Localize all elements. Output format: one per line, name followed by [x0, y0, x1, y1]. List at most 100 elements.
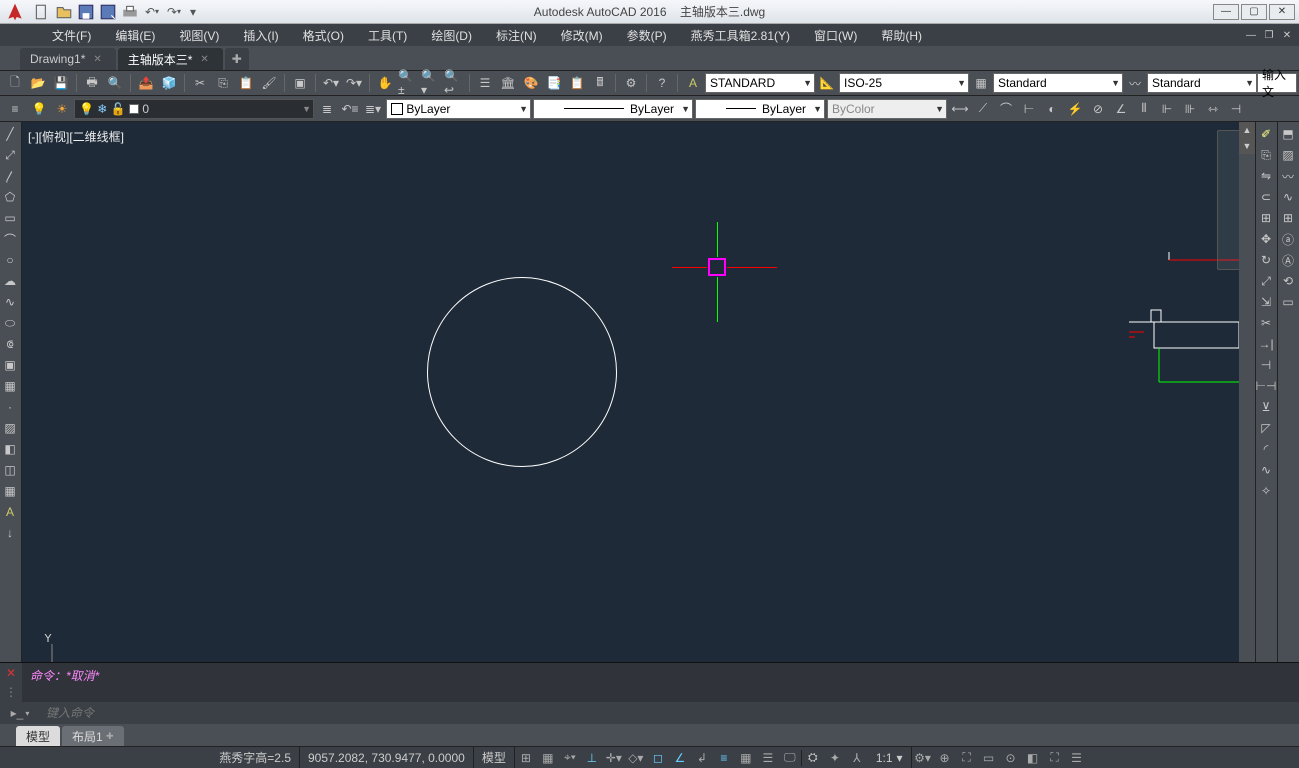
ellipse-arc-icon[interactable]: ⟃ [0, 334, 20, 354]
point-icon[interactable]: · [0, 397, 20, 417]
dim-radius-icon[interactable]: ◐ [1041, 98, 1063, 120]
sc-icon[interactable]: 🖵 [779, 748, 801, 768]
table-style-combo[interactable]: Standard▼ [993, 73, 1123, 93]
input-hint-box[interactable]: 输入文 [1257, 73, 1297, 93]
annoauto-icon[interactable]: ⅄ [846, 748, 868, 768]
zoom-prev-icon[interactable]: 🔍↩ [443, 72, 465, 94]
battman-icon[interactable]: Ⓐ [1278, 250, 1298, 270]
customize-icon[interactable]: ☰ [1066, 748, 1088, 768]
array-edit-icon[interactable]: ⊞ [1278, 208, 1298, 228]
help-icon[interactable]: ? [651, 72, 673, 94]
menu-modify[interactable]: 修改(M) [549, 24, 615, 46]
line-icon[interactable]: ╱ [0, 124, 20, 144]
command-line[interactable]: ▸_ ▾ [0, 702, 1299, 724]
units-icon[interactable]: ⛶ [956, 748, 978, 768]
ml-style-icon[interactable]: 〰 [1124, 72, 1146, 94]
mdi-restore[interactable]: ❐ [1261, 28, 1277, 42]
hatch-icon[interactable]: ▨ [0, 418, 20, 438]
status-coords[interactable]: 9057.2082, 730.9477, 0.0000 [300, 747, 474, 768]
preview-icon[interactable]: 🔍 [104, 72, 126, 94]
qp-icon[interactable]: ☰ [757, 748, 779, 768]
hw-accel-icon[interactable]: ⊙ [1000, 748, 1022, 768]
plot-icon[interactable] [120, 2, 140, 22]
ellipse-icon[interactable]: ⬭ [0, 313, 20, 333]
redo-icon[interactable]: ↷▾ [164, 2, 184, 22]
text-style-icon[interactable]: A [682, 72, 704, 94]
offset-icon[interactable]: ⊂ [1256, 187, 1276, 207]
annovisible-icon[interactable]: ✦ [824, 748, 846, 768]
menu-view[interactable]: 视图(V) [167, 24, 231, 46]
dim-style-combo[interactable]: ISO-25▼ [839, 73, 969, 93]
table-icon[interactable]: ▦ [0, 481, 20, 501]
command-prompt-icon[interactable]: ▸_ ▾ [0, 706, 40, 720]
dim-break-icon[interactable]: ⊣ [1225, 98, 1247, 120]
menu-window[interactable]: 窗口(W) [802, 24, 869, 46]
rotate-icon[interactable]: ↻ [1256, 250, 1276, 270]
arc-icon[interactable]: ⌒ [0, 229, 20, 249]
pline-icon[interactable]: 〳 [0, 166, 20, 186]
open-icon[interactable]: 📂 [27, 72, 49, 94]
mdi-minimize[interactable]: — [1243, 28, 1259, 42]
properties-icon[interactable]: ☰ [474, 72, 496, 94]
polar-icon[interactable]: ✛▾ [603, 748, 625, 768]
layout-tab-layout1[interactable]: 布局1 ✚ [62, 726, 124, 746]
block-icon[interactable]: ▦ [0, 376, 20, 396]
menu-format[interactable]: 格式(O) [291, 24, 356, 46]
mtext-icon[interactable]: A [0, 502, 20, 522]
status-space[interactable]: 模型 [474, 747, 515, 768]
dim-linear-icon[interactable]: ⟷ [949, 98, 971, 120]
zoom-rt-icon[interactable]: 🔍± [397, 72, 419, 94]
ortho-icon[interactable]: ⊥ [581, 748, 603, 768]
tab-close-icon[interactable]: ✕ [93, 54, 101, 65]
ssm-icon[interactable]: 📑 [543, 72, 565, 94]
menu-parametric[interactable]: 参数(P) [615, 24, 679, 46]
tab-drawing1[interactable]: Drawing1* ✕ [20, 48, 116, 70]
dim-base-icon[interactable]: ⊩ [1156, 98, 1178, 120]
redo2-icon[interactable]: ↷▾ [343, 72, 365, 94]
saveas-icon[interactable] [98, 2, 118, 22]
tab-close-icon[interactable]: ✕ [200, 54, 208, 65]
dim-ord-icon[interactable]: ⊢ [1018, 98, 1040, 120]
anno-scale-value[interactable]: 1:1 ▾ [868, 747, 912, 768]
maximize-button[interactable]: ▢ [1241, 4, 1267, 20]
menu-yanxiu[interactable]: 燕秀工具箱2.81(Y) [679, 24, 802, 46]
command-panel-handle[interactable]: ✕ ⋮ [0, 663, 22, 702]
dim-angle-icon[interactable]: ∠ [1110, 98, 1132, 120]
cui-icon[interactable]: ⚙ [620, 72, 642, 94]
qcalc-icon[interactable]: 🖩 [589, 72, 611, 94]
dim-arc-icon[interactable]: ⌒ [995, 98, 1017, 120]
menu-help[interactable]: 帮助(H) [869, 24, 934, 46]
color-combo[interactable]: ByLayer▼ [386, 99, 531, 119]
osnap-icon[interactable]: ◻ [647, 748, 669, 768]
menu-dimension[interactable]: 标注(N) [484, 24, 549, 46]
layer-bulb-icon[interactable]: 💡 [28, 98, 50, 120]
layer-prev-icon[interactable]: ↶≡ [339, 98, 361, 120]
block-editor-icon[interactable]: ▣ [289, 72, 311, 94]
viewport-label[interactable]: [-][俯视][二维线框] [28, 128, 124, 145]
mdi-close[interactable]: ✕ [1279, 28, 1295, 42]
layer-manager-icon[interactable]: ≡ [4, 98, 26, 120]
3ddwf-icon[interactable]: 🧊 [158, 72, 180, 94]
extend-icon[interactable]: →| [1256, 334, 1276, 354]
text-style-combo[interactable]: STANDARD▼ [705, 73, 815, 93]
close-button[interactable]: ✕ [1269, 4, 1295, 20]
layer-mk-current-icon[interactable]: ≣ [316, 98, 338, 120]
markup-icon[interactable]: 📋 [566, 72, 588, 94]
dim-diameter-icon[interactable]: ⊘ [1087, 98, 1109, 120]
plotstyle-combo[interactable]: ByColor▼ [827, 99, 947, 119]
tab-add[interactable]: ✚ [225, 48, 249, 70]
save-icon[interactable]: 💾 [50, 72, 72, 94]
zoom-win-icon[interactable]: 🔍▾ [420, 72, 442, 94]
menu-draw[interactable]: 绘图(D) [419, 24, 484, 46]
ws-switch-icon[interactable]: ⚙▾ [912, 748, 934, 768]
move-icon[interactable]: ✥ [1256, 229, 1276, 249]
array-icon[interactable]: ⊞ [1256, 208, 1276, 228]
dim-cont-icon[interactable]: ⊪ [1179, 98, 1201, 120]
paste-icon[interactable]: 📋 [235, 72, 257, 94]
menu-file[interactable]: 文件(F) [40, 24, 103, 46]
dim-aligned-icon[interactable]: ⟋ [972, 98, 994, 120]
undo2-icon[interactable]: ↶▾ [320, 72, 342, 94]
attsync-icon[interactable]: ⟲ [1278, 271, 1298, 291]
blend-icon[interactable]: ∿ [1256, 460, 1276, 480]
join-icon[interactable]: ⊻ [1256, 397, 1276, 417]
